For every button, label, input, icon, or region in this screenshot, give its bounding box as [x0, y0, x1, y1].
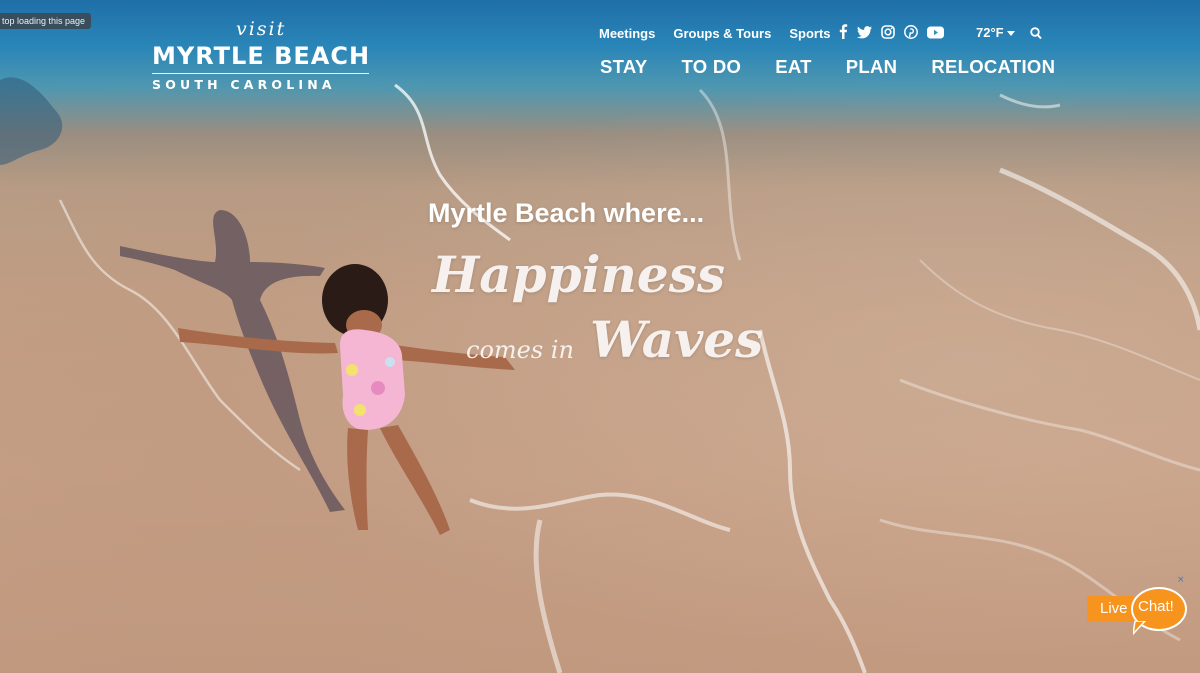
main-nav-stay[interactable]: STAY — [600, 56, 647, 78]
instagram-icon[interactable] — [881, 24, 895, 43]
logo-visit-text: visit — [236, 18, 287, 40]
facebook-icon[interactable] — [838, 24, 848, 43]
hero-script-comes-in: comes in — [466, 336, 574, 364]
logo-name-text: MYRTLE BEACH — [152, 42, 371, 70]
hero-script-waves: Waves — [590, 310, 764, 369]
nav-link-sports[interactable]: Sports — [789, 26, 830, 41]
nav-link-groups-tours[interactable]: Groups & Tours — [673, 26, 771, 41]
twitter-icon[interactable] — [857, 24, 872, 43]
logo-divider — [152, 73, 369, 74]
utility-nav: Meetings Groups & Tours Sports — [599, 25, 849, 41]
chat-bubble-tail — [1133, 621, 1147, 635]
chat-live-label: Live — [1100, 600, 1128, 617]
main-nav: STAY TO DO EAT PLAN RELOCATION — [600, 56, 1089, 78]
browser-status-tooltip: top loading this page — [0, 13, 92, 29]
logo-region-text: SOUTH CAROLINA — [152, 77, 336, 92]
search-icon[interactable] — [1030, 25, 1042, 44]
youtube-icon[interactable] — [927, 24, 944, 43]
main-nav-plan[interactable]: PLAN — [846, 56, 898, 78]
main-nav-eat[interactable]: EAT — [775, 56, 812, 78]
hero-headline: Myrtle Beach where... — [428, 198, 705, 228]
pinterest-icon[interactable] — [904, 24, 918, 43]
hero-script-happiness: Happiness — [432, 245, 726, 304]
social-links — [838, 24, 953, 43]
weather-dropdown[interactable]: 72°F — [976, 25, 1016, 40]
chevron-down-icon — [1007, 31, 1016, 36]
chat-close-icon[interactable]: × — [1177, 575, 1185, 585]
main-nav-to-do[interactable]: TO DO — [681, 56, 741, 78]
weather-temp: 72°F — [976, 25, 1004, 40]
nav-link-meetings[interactable]: Meetings — [599, 26, 655, 41]
live-chat-button[interactable]: Live Chat! × — [1087, 575, 1187, 637]
chat-label: Chat! — [1138, 598, 1174, 615]
main-nav-relocation[interactable]: RELOCATION — [931, 56, 1055, 78]
